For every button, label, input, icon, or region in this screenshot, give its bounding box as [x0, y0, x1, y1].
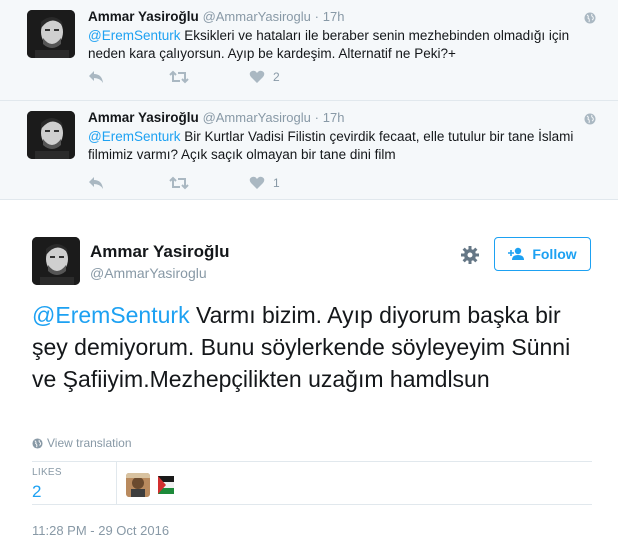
retweet-icon	[169, 70, 189, 84]
globe-icon	[32, 437, 43, 449]
view-translation-link[interactable]: View translation	[32, 436, 132, 450]
tweet-text: @EremSenturk Bir Kurtlar Vadisi Filistin…	[88, 128, 608, 164]
reply-button[interactable]	[88, 70, 104, 84]
liker-avatar[interactable]	[126, 473, 150, 497]
tweet-text: @EremSenturk Varmı bizim. Ayıp diyorum b…	[32, 299, 592, 395]
gear-icon[interactable]	[460, 245, 480, 270]
tweet-text: @EremSenturk Eksikleri ve hataları ile b…	[88, 27, 608, 63]
mention-link[interactable]: @EremSenturk	[32, 302, 190, 328]
like-icon	[249, 176, 265, 189]
tweet-header: Ammar Yasiroğlu @AmmarYasiroglu · 17h	[88, 110, 344, 125]
avatar[interactable]	[27, 111, 75, 159]
author-handle[interactable]: @AmmarYasiroglu	[203, 110, 311, 125]
separator-dot: ·	[314, 9, 319, 24]
author-handle[interactable]: @AmmarYasiroglu	[90, 265, 207, 281]
author-name[interactable]: Ammar Yasiroğlu	[88, 110, 199, 125]
like-button[interactable]: 2	[249, 70, 280, 84]
tweet-timestamp[interactable]: 11:28 PM - 29 Oct 2016	[32, 523, 169, 538]
liker-avatar[interactable]	[154, 473, 178, 497]
follow-user-icon	[508, 247, 525, 260]
follow-button[interactable]: Follow	[494, 237, 591, 271]
retweet-button[interactable]	[169, 70, 197, 84]
permalink-tweet: Ammar Yasiroğlu @AmmarYasiroglu Follow @…	[0, 201, 618, 541]
likes-label: LIKES	[32, 467, 62, 478]
liker-avatars	[126, 473, 178, 497]
reply-icon	[89, 177, 103, 189]
retweet-icon	[169, 176, 189, 190]
tweet-time[interactable]: 17h	[323, 110, 345, 125]
like-count: 1	[273, 176, 280, 190]
likes-count: 2	[32, 482, 42, 501]
reply-tweet-1[interactable]: Ammar Yasiroğlu @AmmarYasiroglu · 17h @E…	[0, 0, 618, 101]
like-count: 2	[273, 70, 280, 84]
avatar[interactable]	[27, 10, 75, 58]
author-name[interactable]: Ammar Yasiroğlu	[88, 9, 199, 24]
likes-stat[interactable]: LIKES 2	[32, 467, 116, 502]
divider	[116, 462, 117, 504]
tweet-time[interactable]: 17h	[323, 9, 345, 24]
separator-dot: ·	[314, 110, 319, 125]
follow-label: Follow	[532, 246, 577, 262]
view-translation-label: View translation	[47, 436, 132, 450]
like-icon	[249, 70, 265, 83]
divider	[32, 504, 592, 505]
like-button[interactable]: 1	[249, 176, 280, 190]
reply-button[interactable]	[88, 176, 104, 190]
author-handle[interactable]: @AmmarYasiroglu	[203, 9, 311, 24]
tweet-header: Ammar Yasiroğlu @AmmarYasiroglu · 17h	[88, 9, 344, 24]
reply-tweet-2[interactable]: Ammar Yasiroğlu @AmmarYasiroglu · 17h @E…	[0, 101, 618, 200]
author-name[interactable]: Ammar Yasiroğlu	[90, 242, 230, 262]
reply-icon	[89, 71, 103, 83]
mention-link[interactable]: @EremSenturk	[88, 129, 180, 144]
mention-link[interactable]: @EremSenturk	[88, 28, 180, 43]
avatar[interactable]	[32, 237, 80, 285]
retweet-button[interactable]	[169, 176, 197, 190]
